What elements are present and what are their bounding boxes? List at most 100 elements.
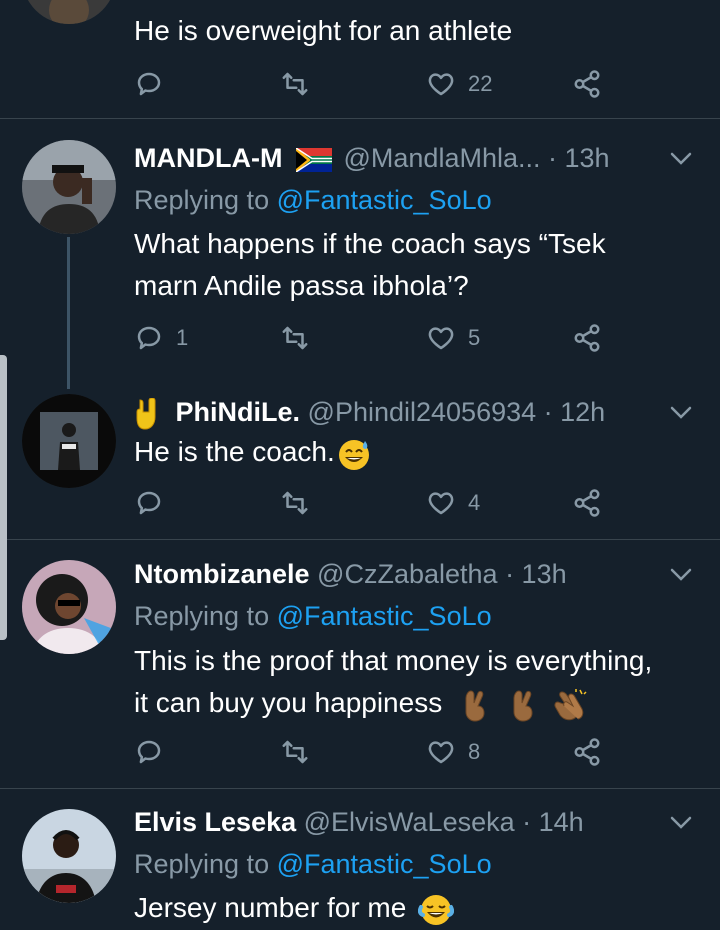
timestamp: · 12h	[543, 397, 606, 427]
tweet-actions: 4	[134, 483, 614, 523]
thread-line	[67, 237, 70, 389]
replying-to: Replying to @Fantastic_SoLo	[134, 844, 492, 884]
crossed-fingers-emoji-icon	[513, 690, 533, 722]
share-button[interactable]	[572, 64, 602, 104]
tweet-actions: 22	[134, 64, 614, 104]
avatar[interactable]	[22, 560, 116, 654]
share-button[interactable]	[572, 318, 602, 358]
replying-to: Replying to @Fantastic_SoLo	[134, 596, 492, 636]
replying-prefix: Replying to	[134, 185, 277, 215]
crossed-fingers-emoji-icon	[465, 690, 485, 722]
like-button[interactable]: 22	[426, 64, 492, 104]
handle: @Phindil24056934	[307, 397, 537, 427]
tweet-text: This is the proof that money is everythi…	[134, 640, 704, 724]
retweet-button[interactable]	[280, 732, 310, 772]
heart-icon	[428, 492, 454, 515]
mention-link[interactable]: @Fantastic_SoLo	[277, 601, 492, 631]
chevron-down-icon	[670, 406, 692, 419]
reply-icon	[137, 740, 161, 764]
like-count: 4	[468, 490, 481, 515]
tweet-ntombizanele[interactable]: Ntombizanele @CzZabaletha · 13h Replying…	[0, 540, 720, 788]
reply-button[interactable]	[134, 732, 176, 772]
display-name[interactable]: Ntombizanele	[134, 559, 310, 589]
tears-of-joy-emoji-icon	[418, 894, 455, 925]
reply-button[interactable]	[134, 64, 176, 104]
chevron-down-icon	[670, 568, 692, 581]
mention-link[interactable]: @Fantastic_SoLo	[277, 185, 492, 215]
heart-icon	[428, 327, 454, 350]
share-icon	[574, 324, 600, 352]
like-count: 8	[468, 739, 481, 764]
retweet-button[interactable]	[280, 318, 310, 358]
sweat-smile-emoji-icon	[338, 439, 369, 470]
tweet-text-line: marn Andile passa ibhola’?	[134, 270, 469, 301]
heart-icon	[428, 741, 454, 764]
display-name[interactable]: PhiNdiLe.	[176, 397, 301, 427]
like-button[interactable]: 8	[426, 732, 480, 772]
avatar[interactable]	[22, 0, 116, 24]
tweet-mandla[interactable]: MANDLA-M @MandlaMhla... · 13h Replying t…	[0, 119, 720, 389]
avatar[interactable]	[22, 140, 116, 234]
tweet-phindile[interactable]: PhiNdiLe. @Phindil24056934 · 12h He is t…	[0, 370, 720, 539]
display-name[interactable]: MANDLA-M	[134, 143, 282, 173]
chevron-down-icon	[670, 152, 692, 165]
retweet-icon	[282, 326, 308, 350]
like-count: 22	[468, 71, 493, 96]
reply-icon	[137, 72, 161, 96]
like-button[interactable]: 5	[426, 318, 480, 358]
tweet-actions: 1 5	[134, 318, 614, 358]
replying-prefix: Replying to	[134, 849, 277, 879]
tweet-text-row: it can buy you happiness	[134, 682, 704, 724]
more-menu-button[interactable]	[666, 554, 696, 594]
tweet-actions: 8	[134, 732, 614, 772]
reply-button[interactable]: 1	[134, 318, 188, 358]
tweet-text: What happens if the coach says “Tsek mar…	[134, 223, 704, 307]
tweet-text-content: He is the coach.	[134, 436, 335, 467]
share-icon	[574, 489, 600, 517]
like-button[interactable]: 4	[426, 483, 480, 523]
replying-to: Replying to @Fantastic_SoLo	[134, 180, 492, 220]
retweet-icon	[282, 740, 308, 764]
avatar[interactable]	[22, 809, 116, 903]
reply-button[interactable]	[134, 483, 176, 523]
timestamp: · 13h	[548, 143, 610, 173]
share-icon	[574, 70, 600, 98]
more-menu-button[interactable]	[666, 802, 696, 842]
reply-icon	[137, 326, 161, 350]
handle: @CzZabaletha	[317, 559, 498, 589]
display-name[interactable]: Elvis Leseka	[134, 807, 296, 837]
reply-count: 1	[176, 325, 189, 350]
retweet-button[interactable]	[280, 483, 310, 523]
tweet-text: He is overweight for an athlete	[134, 15, 513, 46]
tweet-text: He is the coach.	[134, 431, 704, 473]
tweet-header: MANDLA-M @MandlaMhla... · 13h	[134, 138, 696, 178]
scrollbar[interactable]	[0, 355, 7, 640]
tweet-header: Ntombizanele @CzZabaletha · 13h	[134, 554, 696, 594]
heart-icon	[428, 73, 454, 96]
tweet-elvis[interactable]: Elvis Leseka @ElvisWaLeseka · 14h Replyi…	[0, 789, 720, 930]
tweet-top[interactable]: He is overweight for an athlete 22	[0, 0, 720, 118]
chevron-down-icon	[670, 816, 692, 829]
horns-hand-emoji-icon	[136, 397, 156, 430]
share-button[interactable]	[572, 483, 602, 523]
tweet-header: Elvis Leseka @ElvisWaLeseka · 14h	[134, 802, 696, 842]
retweet-icon	[282, 72, 308, 96]
tweet-text-line: This is the proof that money is everythi…	[134, 645, 653, 676]
mention-link[interactable]: @Fantastic_SoLo	[277, 849, 492, 879]
tweet-text-line: it can buy you happiness	[134, 687, 443, 718]
tweet-text-content: Jersey number for me	[134, 892, 407, 923]
clapping-hands-emoji-icon	[554, 688, 587, 720]
tweet-text: Jersey number for me	[134, 887, 704, 929]
south-africa-flag-icon	[295, 147, 332, 172]
share-button[interactable]	[572, 732, 602, 772]
timestamp: · 14h	[522, 807, 584, 837]
tweet-text-line: What happens if the coach says “Tsek	[134, 228, 606, 259]
retweet-button[interactable]	[280, 64, 310, 104]
avatar[interactable]	[22, 394, 116, 488]
more-menu-button[interactable]	[666, 138, 696, 178]
more-menu-button[interactable]	[666, 392, 696, 432]
retweet-icon	[282, 491, 308, 515]
handle: @ElvisWaLeseka	[303, 807, 515, 837]
share-icon	[574, 738, 600, 766]
like-count: 5	[468, 325, 481, 350]
